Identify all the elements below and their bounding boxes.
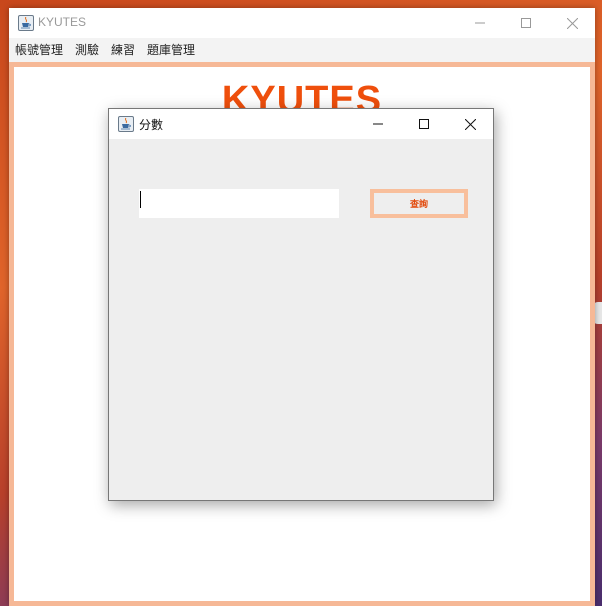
menu-practice[interactable]: 練習: [105, 38, 141, 62]
menu-account-management[interactable]: 帳號管理: [9, 38, 69, 62]
dialog-title: 分數: [139, 118, 164, 132]
close-icon: [464, 118, 476, 130]
minimize-icon: [475, 22, 485, 24]
query-button[interactable]: 查詢: [370, 189, 468, 218]
dialog-maximize-button[interactable]: [401, 109, 447, 139]
minimize-button[interactable]: [457, 8, 503, 38]
maximize-icon: [521, 18, 531, 28]
dialog-titlebar[interactable]: 分數: [109, 109, 493, 139]
maximize-button[interactable]: [503, 8, 549, 38]
window-title: KYUTES: [38, 15, 87, 29]
menu-question-bank[interactable]: 題庫管理: [141, 38, 201, 62]
java-cup-icon: [18, 15, 34, 31]
close-icon: [566, 17, 578, 29]
dialog-minimize-button[interactable]: [355, 109, 401, 139]
minimize-icon: [373, 123, 383, 125]
text-caret: [140, 191, 141, 208]
score-input[interactable]: [139, 189, 339, 218]
maximize-icon: [419, 119, 429, 129]
java-cup-icon: [118, 116, 134, 132]
close-button[interactable]: [549, 8, 595, 38]
score-dialog: 分數 查詢: [108, 108, 494, 501]
main-titlebar[interactable]: KYUTES: [9, 8, 595, 38]
menubar: 帳號管理 測驗 練習 題庫管理: [9, 38, 595, 62]
menu-test[interactable]: 測驗: [69, 38, 105, 62]
dialog-close-button[interactable]: [447, 109, 493, 139]
